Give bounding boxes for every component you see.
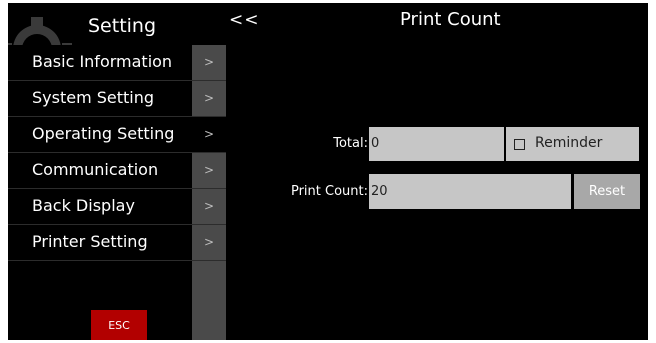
reminder-checkbox[interactable]: Reminder (506, 127, 639, 161)
chevron-right-icon: > (203, 91, 215, 105)
chevron-right-icon: > (203, 163, 215, 177)
total-label: Total: (333, 136, 368, 151)
page-title: Print Count (400, 9, 501, 30)
sidebar-item-operating-setting[interactable]: Operating Setting > (8, 117, 226, 153)
esc-button[interactable]: ESC (91, 310, 147, 340)
sidebar-item-system-setting[interactable]: System Setting > (8, 81, 226, 117)
chevron-right-icon: > (203, 235, 215, 249)
sidebar-item-label: Communication (32, 160, 159, 179)
sidebar-item-label: Operating Setting (32, 124, 175, 143)
screen: Setting Basic Information > System Setti… (8, 3, 648, 340)
sidebar: Setting Basic Information > System Setti… (8, 3, 226, 340)
back-button[interactable]: << (229, 10, 260, 30)
sidebar-title: Setting (88, 15, 157, 37)
gear-icon (8, 17, 72, 45)
chevron-right-icon: > (192, 117, 226, 152)
reset-button[interactable]: Reset (574, 174, 640, 209)
sidebar-item-label: System Setting (32, 88, 155, 107)
sidebar-item-label: Basic Information (32, 52, 173, 71)
sidebar-item-printer-setting[interactable]: Printer Setting > (8, 225, 226, 261)
sidebar-item-label: Back Display (32, 196, 135, 215)
sidebar-item-communication[interactable]: Communication > (8, 153, 226, 189)
sidebar-item-label: Printer Setting (32, 232, 148, 251)
sidebar-item-basic-information[interactable]: Basic Information > (8, 45, 226, 81)
print-count-field[interactable]: 20 (369, 174, 571, 209)
print-count-label: Print Count: (290, 184, 368, 199)
sidebar-header: Setting (8, 3, 226, 45)
total-field[interactable]: 0 (369, 127, 504, 161)
sidebar-item-back-display[interactable]: Back Display > (8, 189, 226, 225)
reminder-label: Reminder (535, 135, 603, 151)
checkbox-icon (514, 139, 525, 150)
chevron-right-icon: > (203, 199, 215, 213)
chevron-right-icon: > (203, 55, 215, 69)
sidebar-menu: Basic Information > System Setting > Ope… (8, 45, 226, 261)
